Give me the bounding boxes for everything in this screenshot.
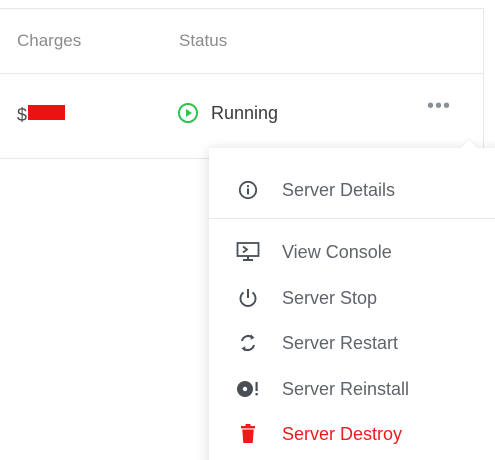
menu-item-server-destroy[interactable]: Server Destroy [209, 414, 495, 454]
column-header-charges[interactable]: Charges [17, 31, 81, 51]
disc-icon [236, 377, 260, 401]
menu-item-label: View Console [282, 241, 392, 262]
table-header: Charges Status [0, 9, 483, 74]
more-actions-button[interactable]: ••• [427, 96, 451, 116]
menu-item-label: Server Stop [282, 287, 378, 308]
redacted-amount [28, 105, 65, 120]
charges-value: $ [17, 105, 28, 125]
column-header-status[interactable]: Status [179, 31, 227, 51]
trash-icon [236, 422, 260, 446]
menu-item-server-restart[interactable]: Server Restart [209, 323, 495, 363]
info-icon [236, 178, 260, 202]
menu-item-label: Server Details [282, 179, 396, 200]
menu-item-label: Server Restart [282, 332, 399, 353]
table-row: $ Running ••• [0, 75, 483, 159]
menu-item-view-console[interactable]: View Console [209, 232, 495, 272]
menu-item-server-stop[interactable]: Server Stop [209, 278, 495, 318]
more-horizontal-icon: ••• [427, 95, 452, 117]
refresh-icon [236, 331, 260, 355]
menu-item-server-details[interactable]: Server Details [209, 170, 495, 210]
menu-item-label: Server Reinstall [282, 378, 410, 399]
menu-item-server-reinstall[interactable]: Server Reinstall [209, 369, 495, 409]
power-icon [236, 286, 260, 310]
console-icon [236, 240, 260, 264]
status-cell: Running [177, 101, 278, 125]
servers-table: Charges Status $ Running ••• [0, 8, 484, 159]
server-actions-menu: Server Details View Console Server Stop … [209, 139, 495, 460]
menu-item-label: Server Destroy [282, 423, 403, 444]
play-circle-icon [177, 102, 199, 124]
menu-divider [209, 218, 495, 219]
server-list-view: Charges Status $ Running ••• Server Deta… [0, 0, 495, 460]
status-label: Running [211, 102, 279, 123]
